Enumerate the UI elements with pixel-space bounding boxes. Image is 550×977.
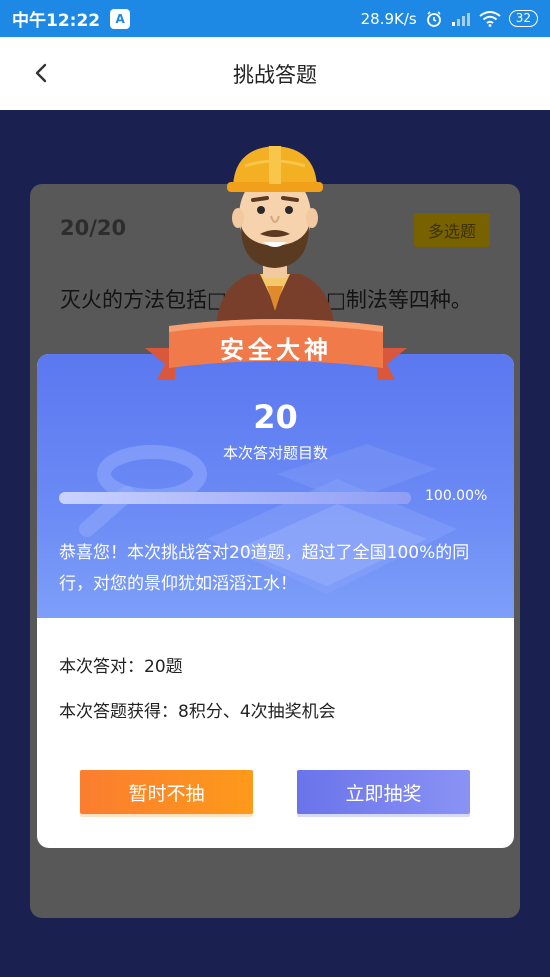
alarm-icon: [426, 10, 441, 27]
status-right-group: 28.9K/s 32: [361, 10, 538, 28]
skip-draw-button[interactable]: 暂时不抽: [80, 770, 253, 814]
worker-mascot-icon: [215, 146, 335, 336]
back-button[interactable]: [30, 61, 54, 85]
correct-count-line: 本次答对：20题: [59, 657, 183, 677]
signal-icon: [451, 12, 470, 26]
result-dialog: 20 本次答对题目数 100.00% 恭喜您！本次挑战答对20道题，超过了全国1…: [37, 354, 514, 848]
app-notification-icon: A: [110, 8, 131, 29]
progress-bar: [59, 492, 411, 504]
nav-bar: 挑战答题: [0, 37, 550, 110]
battery-indicator: 32: [508, 10, 538, 27]
reward-line: 本次答题获得：8积分、4次抽奖机会: [59, 702, 336, 722]
network-speed: 28.9K/s: [360, 9, 417, 28]
score-value: 20: [253, 398, 298, 436]
draw-now-button[interactable]: 立即抽奖: [297, 770, 470, 814]
status-bar: 中午12:22 A 28.9K/s 32: [0, 0, 550, 37]
badge-title: 安全大神: [220, 336, 332, 364]
status-time: 中午12:22: [12, 11, 101, 31]
progress-percent: 100.00%: [425, 488, 488, 504]
congrats-message: 恭喜您！本次挑战答对20道题，超过了全国100%的同行，对您的景仰犹如滔滔江水！: [59, 543, 470, 594]
page-title: 挑战答题: [233, 62, 317, 87]
progress-fill: [59, 492, 411, 504]
score-label: 本次答对题目数: [222, 444, 328, 462]
wifi-icon: [479, 10, 501, 27]
